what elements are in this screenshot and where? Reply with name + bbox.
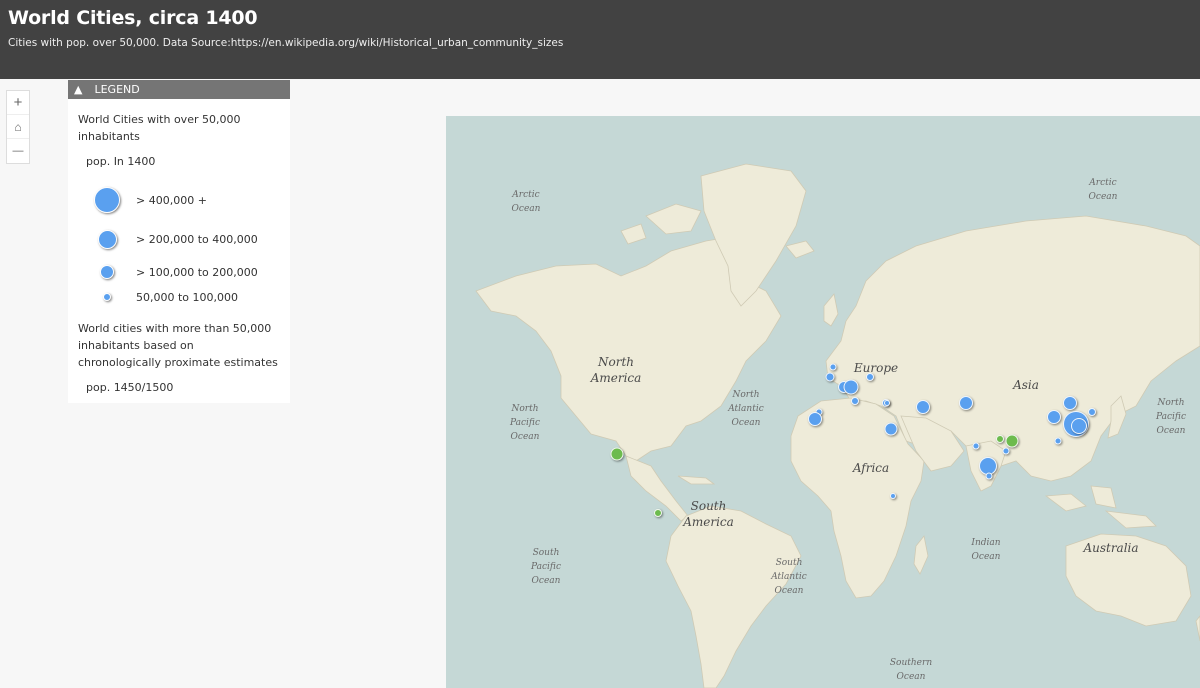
city-marker[interactable] bbox=[916, 400, 930, 414]
city-marker[interactable] bbox=[1088, 408, 1096, 416]
city-marker[interactable] bbox=[985, 472, 993, 480]
legend-class-row: > 400,000 + bbox=[78, 180, 280, 220]
city-marker[interactable] bbox=[1047, 410, 1061, 424]
city-marker[interactable] bbox=[610, 447, 624, 461]
map-label-indian-ocean: Indian Ocean bbox=[971, 538, 1001, 562]
city-marker[interactable] bbox=[1054, 437, 1062, 445]
city-marker[interactable] bbox=[843, 379, 859, 395]
map-label-south-america: South America bbox=[683, 499, 734, 529]
legend-section-title: World cities with more than 50,000 inhab… bbox=[78, 322, 278, 369]
city-marker[interactable] bbox=[808, 412, 822, 426]
map-label-north-atlantic: North Atlantic Ocean bbox=[728, 390, 764, 428]
map-label-north-america: North America bbox=[590, 355, 642, 385]
map-label-africa: Africa bbox=[852, 461, 890, 475]
legend-toggle[interactable]: ▲ LEGEND bbox=[68, 80, 290, 99]
city-marker[interactable] bbox=[1071, 418, 1087, 434]
city-marker[interactable] bbox=[884, 400, 890, 406]
circle-symbol-icon bbox=[94, 187, 120, 213]
circle-symbol-icon bbox=[97, 229, 117, 249]
page-title: World Cities, circa 1400 bbox=[8, 7, 258, 29]
legend-class-label: > 100,000 to 200,000 bbox=[136, 265, 258, 279]
city-marker[interactable] bbox=[825, 372, 835, 382]
map-label-south-pacific: South Pacific Ocean bbox=[531, 548, 561, 586]
circle-symbol-icon bbox=[103, 293, 111, 301]
city-marker[interactable] bbox=[851, 397, 859, 405]
circle-symbol-icon bbox=[100, 265, 114, 279]
world-map[interactable]: Arctic Ocean Arctic Ocean North America … bbox=[446, 116, 1200, 688]
map-label-north-pacific: North Pacific Ocean bbox=[510, 404, 540, 442]
legend-class-row: > 200,000 to 400,000 bbox=[78, 220, 280, 258]
city-marker[interactable] bbox=[972, 442, 980, 450]
city-marker[interactable] bbox=[654, 509, 662, 517]
zoom-control: + ⌂ — bbox=[6, 90, 30, 164]
legend-section-title: World Cities with over 50,000 inhabitant… bbox=[78, 113, 241, 143]
map-label-europe: Europe bbox=[853, 361, 899, 375]
zoom-in-button[interactable]: + bbox=[7, 91, 29, 115]
page-subtitle: Cities with pop. over 50,000. Data Sourc… bbox=[8, 37, 564, 49]
legend-class-label: 50,000 to 100,000 bbox=[136, 290, 239, 304]
city-marker[interactable] bbox=[866, 373, 874, 381]
city-marker[interactable] bbox=[996, 435, 1004, 443]
city-marker[interactable] bbox=[1002, 447, 1010, 455]
legend-field-label: pop. 1450/1500 bbox=[86, 381, 174, 394]
legend-class-label: > 200,000 to 400,000 bbox=[136, 232, 258, 246]
legend-panel: ▲ LEGEND World Cities with over 50,000 i… bbox=[68, 80, 290, 403]
city-marker[interactable] bbox=[959, 396, 973, 410]
city-marker[interactable] bbox=[1005, 434, 1019, 448]
city-marker[interactable] bbox=[829, 363, 837, 371]
map-label-asia: Asia bbox=[1013, 378, 1039, 392]
legend-class-row: > 100,000 to 200,000 bbox=[78, 258, 280, 286]
legend-class-label: > 400,000 + bbox=[136, 193, 207, 207]
legend-header-label: LEGEND bbox=[94, 83, 140, 96]
chevron-up-icon: ▲ bbox=[74, 83, 83, 96]
legend-field-label: pop. In 1400 bbox=[86, 155, 156, 168]
city-marker[interactable] bbox=[890, 493, 896, 499]
zoom-out-button[interactable]: — bbox=[7, 139, 29, 163]
city-marker[interactable] bbox=[884, 422, 898, 436]
map-label-southern-ocean: Southern Ocean bbox=[889, 658, 933, 682]
map-label-north-pacific: North Pacific Ocean bbox=[1156, 398, 1186, 436]
map-label-south-atlantic: South Atlantic Ocean bbox=[771, 558, 807, 596]
map-label-australia: Australia bbox=[1083, 541, 1139, 555]
map-label-arctic-ocean: Arctic Ocean bbox=[511, 190, 541, 214]
legend-class-row: 50,000 to 100,000 bbox=[78, 286, 280, 308]
city-marker[interactable] bbox=[1063, 396, 1077, 410]
app-header: World Cities, circa 1400 Cities with pop… bbox=[0, 0, 1200, 79]
home-button[interactable]: ⌂ bbox=[7, 115, 29, 139]
map-label-arctic-ocean: Arctic Ocean bbox=[1088, 178, 1118, 202]
